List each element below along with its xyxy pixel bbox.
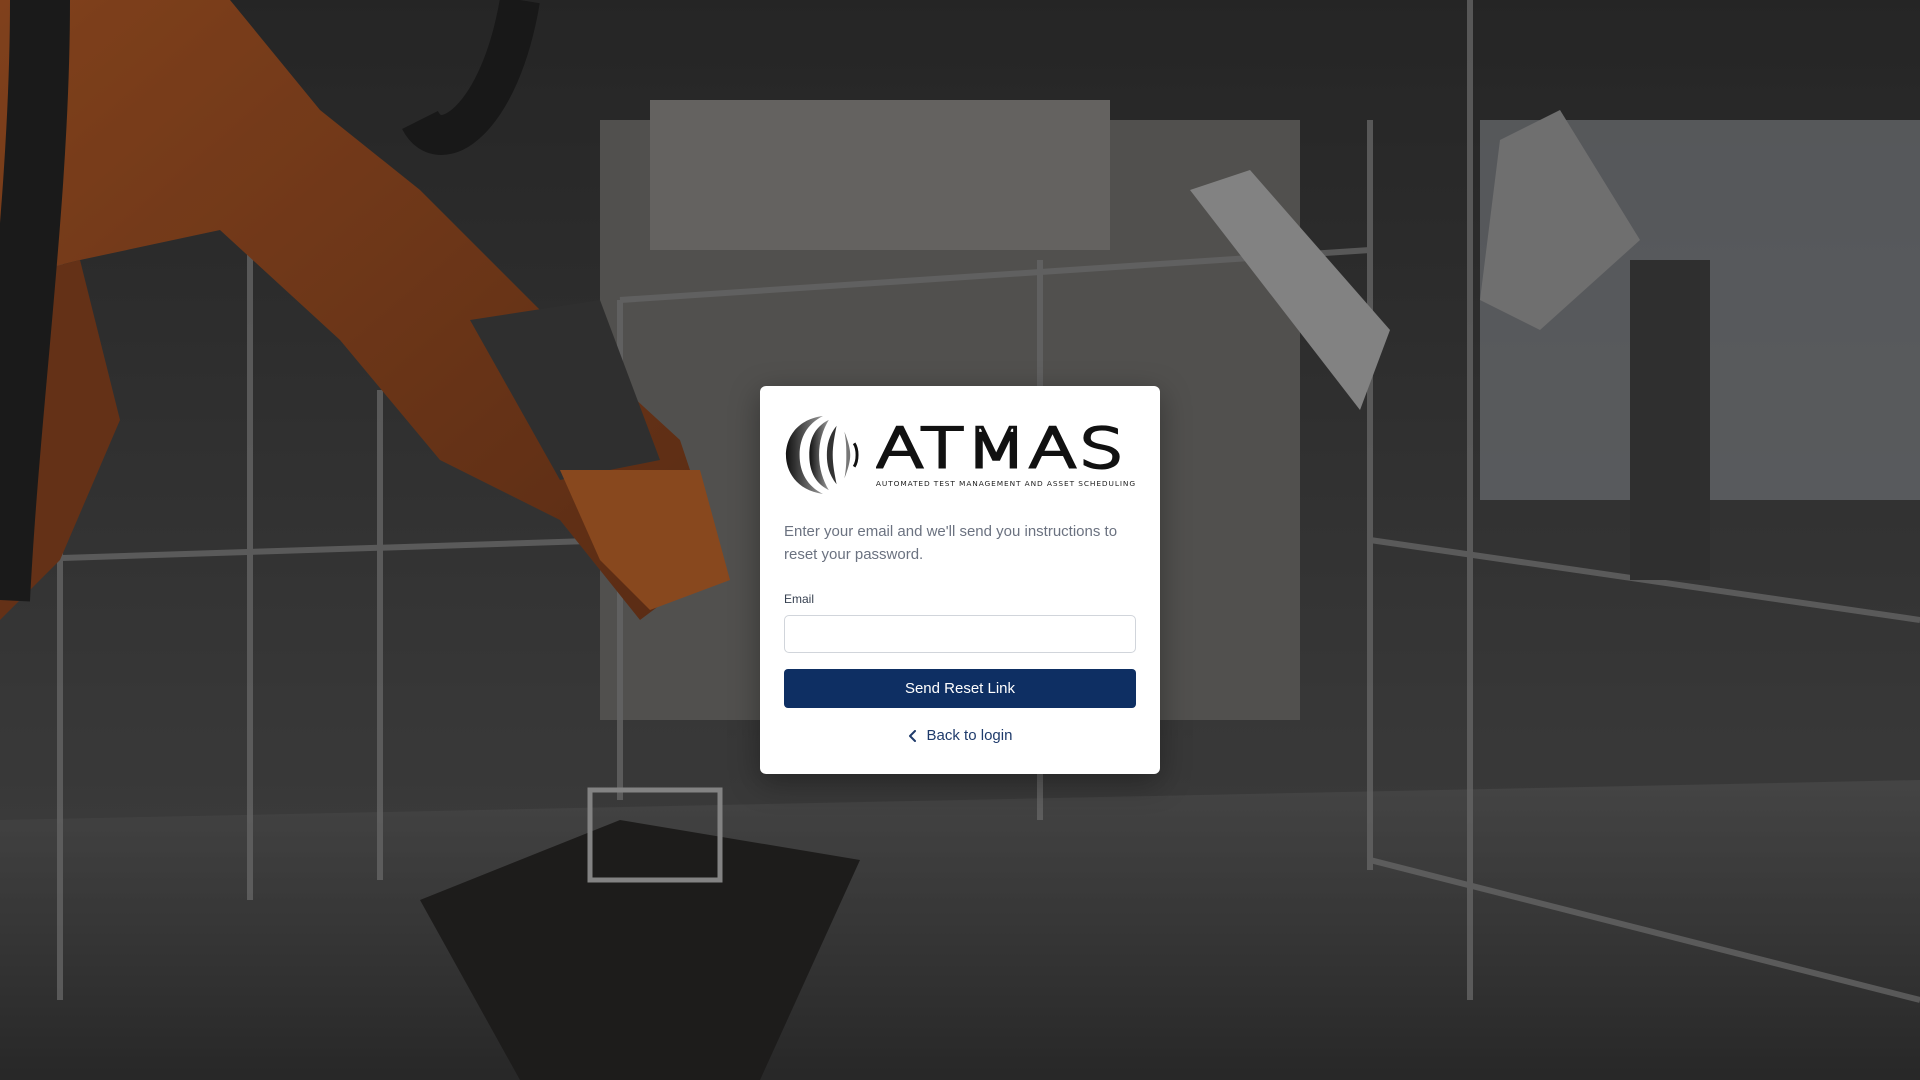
password-reset-card: ATMAS AUTOMATED TEST MANAGEMENT AND ASSE… bbox=[760, 386, 1160, 774]
chevron-left-icon bbox=[908, 729, 916, 742]
email-label: Email bbox=[784, 592, 815, 606]
send-reset-link-button[interactable]: Send Reset Link bbox=[784, 669, 1136, 708]
email-field[interactable] bbox=[784, 615, 1136, 653]
brand-tagline: AUTOMATED TEST MANAGEMENT AND ASSET SCHE… bbox=[875, 478, 1136, 488]
brand-text: ATMAS AUTOMATED TEST MANAGEMENT AND ASSE… bbox=[876, 423, 1136, 488]
brand-name: ATMAS bbox=[876, 423, 1126, 473]
brand-wordmark: ATMAS bbox=[876, 423, 1126, 473]
back-to-login-link[interactable]: Back to login bbox=[784, 727, 1136, 744]
brand-logo: ATMAS AUTOMATED TEST MANAGEMENT AND ASSE… bbox=[784, 410, 1136, 500]
back-to-login-label: Back to login bbox=[926, 727, 1013, 744]
atmas-logo-icon bbox=[785, 416, 859, 494]
reset-instructions: Enter your email and we'll send you inst… bbox=[784, 523, 1118, 563]
